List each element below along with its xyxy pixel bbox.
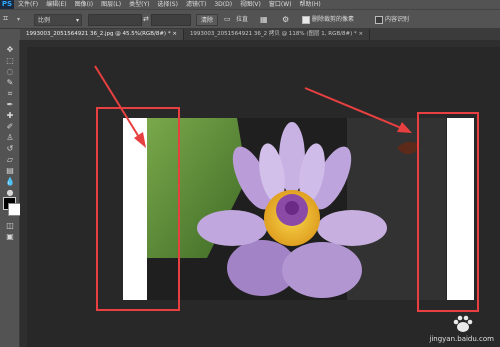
move-tool-icon[interactable]: ✥ xyxy=(2,44,18,55)
width-input[interactable] xyxy=(88,14,142,26)
blur-tool-icon[interactable]: 💧 xyxy=(2,176,18,187)
content-aware-label: 内容识别 xyxy=(385,16,410,23)
delete-cropped-label: 删除裁剪的像素 xyxy=(312,16,355,23)
brush-tool-icon[interactable]: ✐ xyxy=(2,121,18,132)
straighten-icon: ▭ xyxy=(224,15,231,23)
baidu-paw-logo xyxy=(453,315,473,332)
clear-button[interactable]: 清除 xyxy=(196,14,218,26)
crop-tool-icon[interactable]: ⌗ xyxy=(2,88,18,99)
options-bar: ⌗ ▾ 比例 ▾ ⇄ 清除 ▭ 拉直 ▦ ⚙ 删除裁剪的像素 内容识别 xyxy=(0,9,500,29)
tab-document-2[interactable]: 1993003_2051564921 36_2 拷贝 @ 118% (图层 1,… xyxy=(184,29,371,40)
menu-item[interactable]: 编辑(E) xyxy=(42,0,70,9)
lasso-tool-icon[interactable]: ◌ xyxy=(2,66,18,77)
height-input[interactable] xyxy=(151,14,191,26)
document-tabs: 1993003_2051564921 36_2.jpg @ 45.5%(RGB/… xyxy=(20,29,500,40)
screen-mode-icon[interactable]: ▣ xyxy=(2,231,18,242)
toolbar-header xyxy=(0,29,20,40)
menu-item[interactable]: 帮助(H) xyxy=(296,0,325,9)
chevron-down-icon: ▾ xyxy=(75,17,79,24)
menu-item[interactable]: 滤镜(T) xyxy=(182,0,210,9)
gear-icon[interactable]: ⚙ xyxy=(282,14,292,26)
marquee-tool-icon[interactable]: ⬚ xyxy=(2,55,18,66)
grid-overlay-icon[interactable]: ▦ xyxy=(260,14,270,26)
annotation-box-left xyxy=(96,107,180,311)
straighten-label[interactable]: 拉直 xyxy=(236,14,256,26)
eraser-tool-icon[interactable]: ▱ xyxy=(2,154,18,165)
quick-mask-icon[interactable]: ◫ xyxy=(2,220,18,231)
quick-select-tool-icon[interactable]: ✎ xyxy=(2,77,18,88)
swap-arrows-icon[interactable]: ⇄ xyxy=(143,14,151,26)
gradient-tool-icon[interactable]: ▤ xyxy=(2,165,18,176)
close-icon[interactable]: × xyxy=(359,31,364,37)
close-icon[interactable]: × xyxy=(172,31,177,37)
menu-item[interactable]: 选择(S) xyxy=(153,0,182,9)
menu-item[interactable]: 类型(Y) xyxy=(125,0,153,9)
lotus-photo xyxy=(147,118,446,300)
watermark-text: jingyan.baidu.com xyxy=(429,335,494,343)
photoshop-logo: PS xyxy=(0,0,14,9)
menu-item[interactable]: 文件(F) xyxy=(14,0,42,9)
content-aware-checkbox[interactable] xyxy=(375,16,383,24)
healing-brush-tool-icon[interactable]: ✚ xyxy=(2,110,18,121)
annotation-box-right xyxy=(417,112,479,312)
eyedropper-tool-icon[interactable]: ✒ xyxy=(2,99,18,110)
menu-item[interactable]: 3D(D) xyxy=(210,0,236,9)
menu-bar: PS 文件(F) 编辑(E) 图像(I) 图层(L) 类型(Y) 选择(S) 滤镜(T) 3D… xyxy=(0,0,500,9)
menu-item[interactable]: 图像(I) xyxy=(71,0,97,9)
ratio-dropdown[interactable]: 比例 ▾ xyxy=(34,14,82,26)
tools-panel: ✥ ⬚ ◌ ✎ ⌗ ✒ ✚ ✐ ♙ ↺ ▱ ▤ 💧 ● ◫ ▣ xyxy=(0,40,21,347)
chevron-down-icon[interactable]: ▾ xyxy=(17,14,23,26)
history-brush-tool-icon[interactable]: ↺ xyxy=(2,143,18,154)
menu-item[interactable]: 窗口(W) xyxy=(265,0,296,9)
menu-item[interactable]: 图层(L) xyxy=(97,0,125,9)
crop-tool-icon[interactable]: ⌗ xyxy=(3,14,17,26)
clone-stamp-tool-icon[interactable]: ♙ xyxy=(2,132,18,143)
delete-cropped-checkbox[interactable] xyxy=(302,16,310,24)
menu-item[interactable]: 视图(V) xyxy=(236,0,265,9)
tab-document-1[interactable]: 1993003_2051564921 36_2.jpg @ 45.5%(RGB/… xyxy=(20,29,184,40)
